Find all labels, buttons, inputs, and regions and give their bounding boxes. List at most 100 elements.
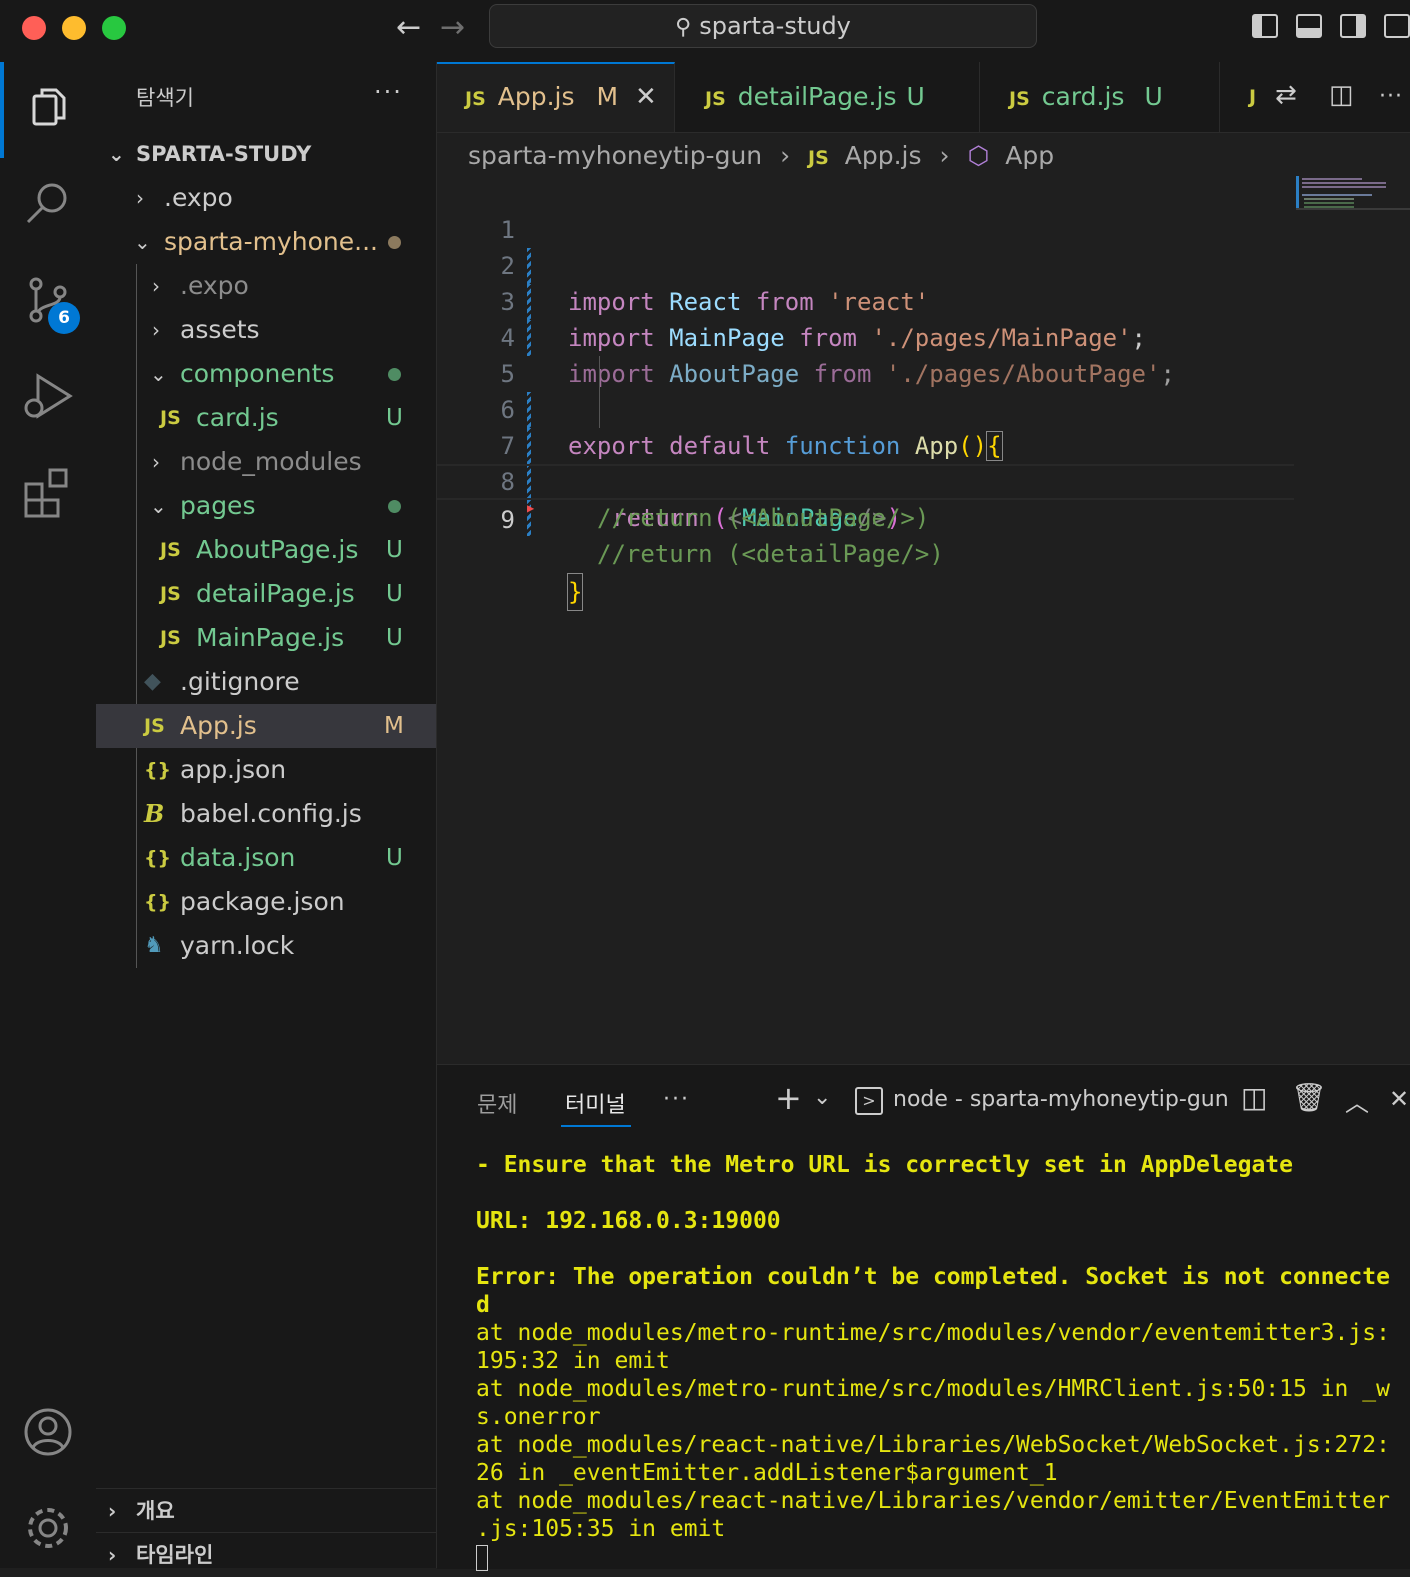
- account-icon[interactable]: [20, 1404, 76, 1460]
- json-file-icon: {}: [144, 759, 172, 781]
- trash-icon[interactable]: 🗑: [1291, 1081, 1327, 1114]
- tree-item-components[interactable]: ⌄ components: [96, 352, 436, 396]
- js-file-icon: JS: [160, 627, 181, 649]
- deleted-lines-marker: ▶: [527, 501, 535, 515]
- tree-item-mainpage-js[interactable]: JS MainPage.js U: [96, 616, 436, 660]
- babel-file-icon: B: [144, 799, 165, 828]
- code-line: 3 import AboutPage from './pages/AboutPa…: [500, 288, 1175, 388]
- close-window-button[interactable]: [22, 16, 46, 40]
- extensions-icon[interactable]: [20, 464, 76, 520]
- tree-item-detailpage-js[interactable]: JS detailPage.js U: [96, 572, 436, 616]
- chevron-right-icon: ›: [152, 318, 160, 342]
- more-actions-icon[interactable]: ···: [1379, 84, 1403, 109]
- forward-arrow-icon[interactable]: →: [440, 10, 465, 45]
- json-file-icon: {}: [144, 891, 172, 913]
- code-line: 6 return (<MainPage/>): [437, 356, 1297, 532]
- js-file-icon: JS: [160, 539, 181, 561]
- code-line: 5 export default function App(){: [500, 360, 1003, 461]
- workspace-root[interactable]: ⌄ SPARTA-STUDY: [96, 132, 436, 176]
- gear-icon[interactable]: [20, 1500, 76, 1556]
- tree-item-card-js[interactable]: JS card.js U: [96, 396, 436, 440]
- tree-item-app-json[interactable]: {} app.json: [96, 748, 436, 792]
- tree-item-node-modules[interactable]: › node_modules: [96, 440, 436, 484]
- active-tab-indicator: [561, 1125, 631, 1127]
- timeline-section[interactable]: › 타임라인: [96, 1532, 436, 1577]
- toggle-secondary-sidebar-icon[interactable]: [1340, 14, 1366, 38]
- code-line: 4: [500, 324, 515, 352]
- breadcrumb-folder[interactable]: sparta-myhoneytip-gun: [468, 141, 762, 170]
- git-file-icon: ◆: [144, 669, 161, 694]
- source-control-badge: 6: [48, 302, 80, 334]
- tree-item-gitignore[interactable]: ◆ .gitignore: [96, 660, 436, 704]
- close-icon[interactable]: ✕: [635, 64, 657, 130]
- chevron-right-icon: ›: [152, 450, 160, 474]
- tab-app-js[interactable]: JS App.js M ✕: [437, 62, 675, 132]
- symbol-class-icon: ⬡: [967, 141, 990, 170]
- terminal-name[interactable]: node - sparta-myhoneytip-gun: [893, 1087, 1229, 1112]
- js-file-icon: JS: [1009, 88, 1030, 110]
- editor-tabs: JS App.js M ✕ JS detailPage.js U JS card.js U …: [437, 62, 1410, 133]
- tree-item-babel-config[interactable]: B babel.config.js: [96, 792, 436, 836]
- tree-item-pages[interactable]: ⌄ pages: [96, 484, 436, 528]
- code-line: 1 import React from 'react': [500, 216, 930, 316]
- js-file-icon: JS: [705, 88, 726, 110]
- new-terminal-icon[interactable]: +: [775, 1079, 802, 1117]
- outline-section[interactable]: › 개요: [96, 1488, 436, 1533]
- breadcrumb-file[interactable]: App.js: [845, 141, 922, 170]
- panel-more-button[interactable]: ···: [663, 1087, 690, 1112]
- code-line: 2 import MainPage from './pages/MainPage…: [500, 252, 1146, 352]
- split-editor-icon[interactable]: ◫: [1329, 80, 1354, 110]
- explorer-more-button[interactable]: ···: [374, 78, 403, 106]
- chevron-right-icon: ›: [108, 1543, 117, 1567]
- js-file-icon: JS: [144, 715, 165, 737]
- chevron-down-icon[interactable]: ⌄: [813, 1085, 831, 1110]
- terminal-output[interactable]: - Ensure that the Metro URL is correctly…: [476, 1151, 1406, 1571]
- chevron-right-icon: ›: [939, 141, 950, 170]
- breadcrumb-symbol[interactable]: App: [1005, 141, 1054, 170]
- tab-card-js[interactable]: JS card.js U: [979, 62, 1220, 132]
- current-line: 9 ▶ }: [437, 464, 1294, 611]
- search-icon[interactable]: [20, 176, 76, 232]
- toggle-primary-sidebar-icon[interactable]: [1252, 14, 1278, 38]
- tab-terminal[interactable]: 터미널: [565, 1087, 626, 1119]
- title-bar: ← → ⚲ sparta-study: [0, 0, 1410, 63]
- tree-item-package-json[interactable]: {} package.json: [96, 880, 436, 924]
- tree-item-sparta-myhoneytip[interactable]: ⌄ sparta-myhone...: [96, 220, 436, 264]
- untracked-dot: [388, 368, 401, 381]
- tab-detailpage-js[interactable]: JS detailPage.js U: [675, 62, 980, 132]
- command-center-search[interactable]: ⚲ sparta-study: [489, 4, 1037, 48]
- split-terminal-icon[interactable]: ◫: [1241, 1081, 1267, 1114]
- chevron-down-icon: ⌄: [150, 494, 167, 518]
- tree-item-aboutpage-js[interactable]: JS AboutPage.js U: [96, 528, 436, 572]
- chevron-right-icon: ›: [108, 1499, 117, 1523]
- activity-bar: 6: [0, 62, 97, 1568]
- back-arrow-icon[interactable]: ←: [396, 10, 421, 45]
- chevron-up-icon[interactable]: ︿: [1345, 1083, 1369, 1118]
- tree-item-assets[interactable]: › assets: [96, 308, 436, 352]
- js-file-icon: JS: [808, 147, 829, 169]
- minimize-window-button[interactable]: [62, 16, 86, 40]
- customize-layout-icon[interactable]: [1384, 14, 1410, 38]
- tab-problems[interactable]: 문제: [477, 1087, 517, 1119]
- code-line: 8 //return (<detailPage/>): [500, 468, 944, 568]
- js-file-icon: JS: [160, 583, 181, 605]
- explorer-icon[interactable]: [20, 80, 76, 136]
- terminal-cursor: [476, 1544, 488, 1571]
- tree-item-expo[interactable]: › .expo: [96, 176, 436, 220]
- chevron-right-icon: ›: [152, 274, 160, 298]
- minimap[interactable]: [1296, 176, 1410, 210]
- tree-item-app-js[interactable]: JS App.js M: [96, 704, 436, 748]
- open-changes-icon[interactable]: ⇄: [1275, 80, 1297, 110]
- tree-item-sub-expo[interactable]: › .expo: [96, 264, 436, 308]
- tree-item-yarn-lock[interactable]: ♞ yarn.lock: [96, 924, 436, 968]
- toggle-panel-icon[interactable]: [1296, 14, 1322, 38]
- tab-overflow[interactable]: J: [1219, 62, 1259, 132]
- run-debug-icon[interactable]: [20, 368, 76, 424]
- tree-item-data-json[interactable]: {} data.json U: [96, 836, 436, 880]
- close-icon[interactable]: ✕: [1389, 1085, 1409, 1113]
- active-indicator: [0, 62, 4, 158]
- js-file-icon: JS: [160, 407, 181, 429]
- search-icon: ⚲: [675, 15, 692, 40]
- breadcrumb: sparta-myhoneytip-gun › JS App.js › ⬡ Ap…: [468, 136, 1054, 176]
- zoom-window-button[interactable]: [102, 16, 126, 40]
